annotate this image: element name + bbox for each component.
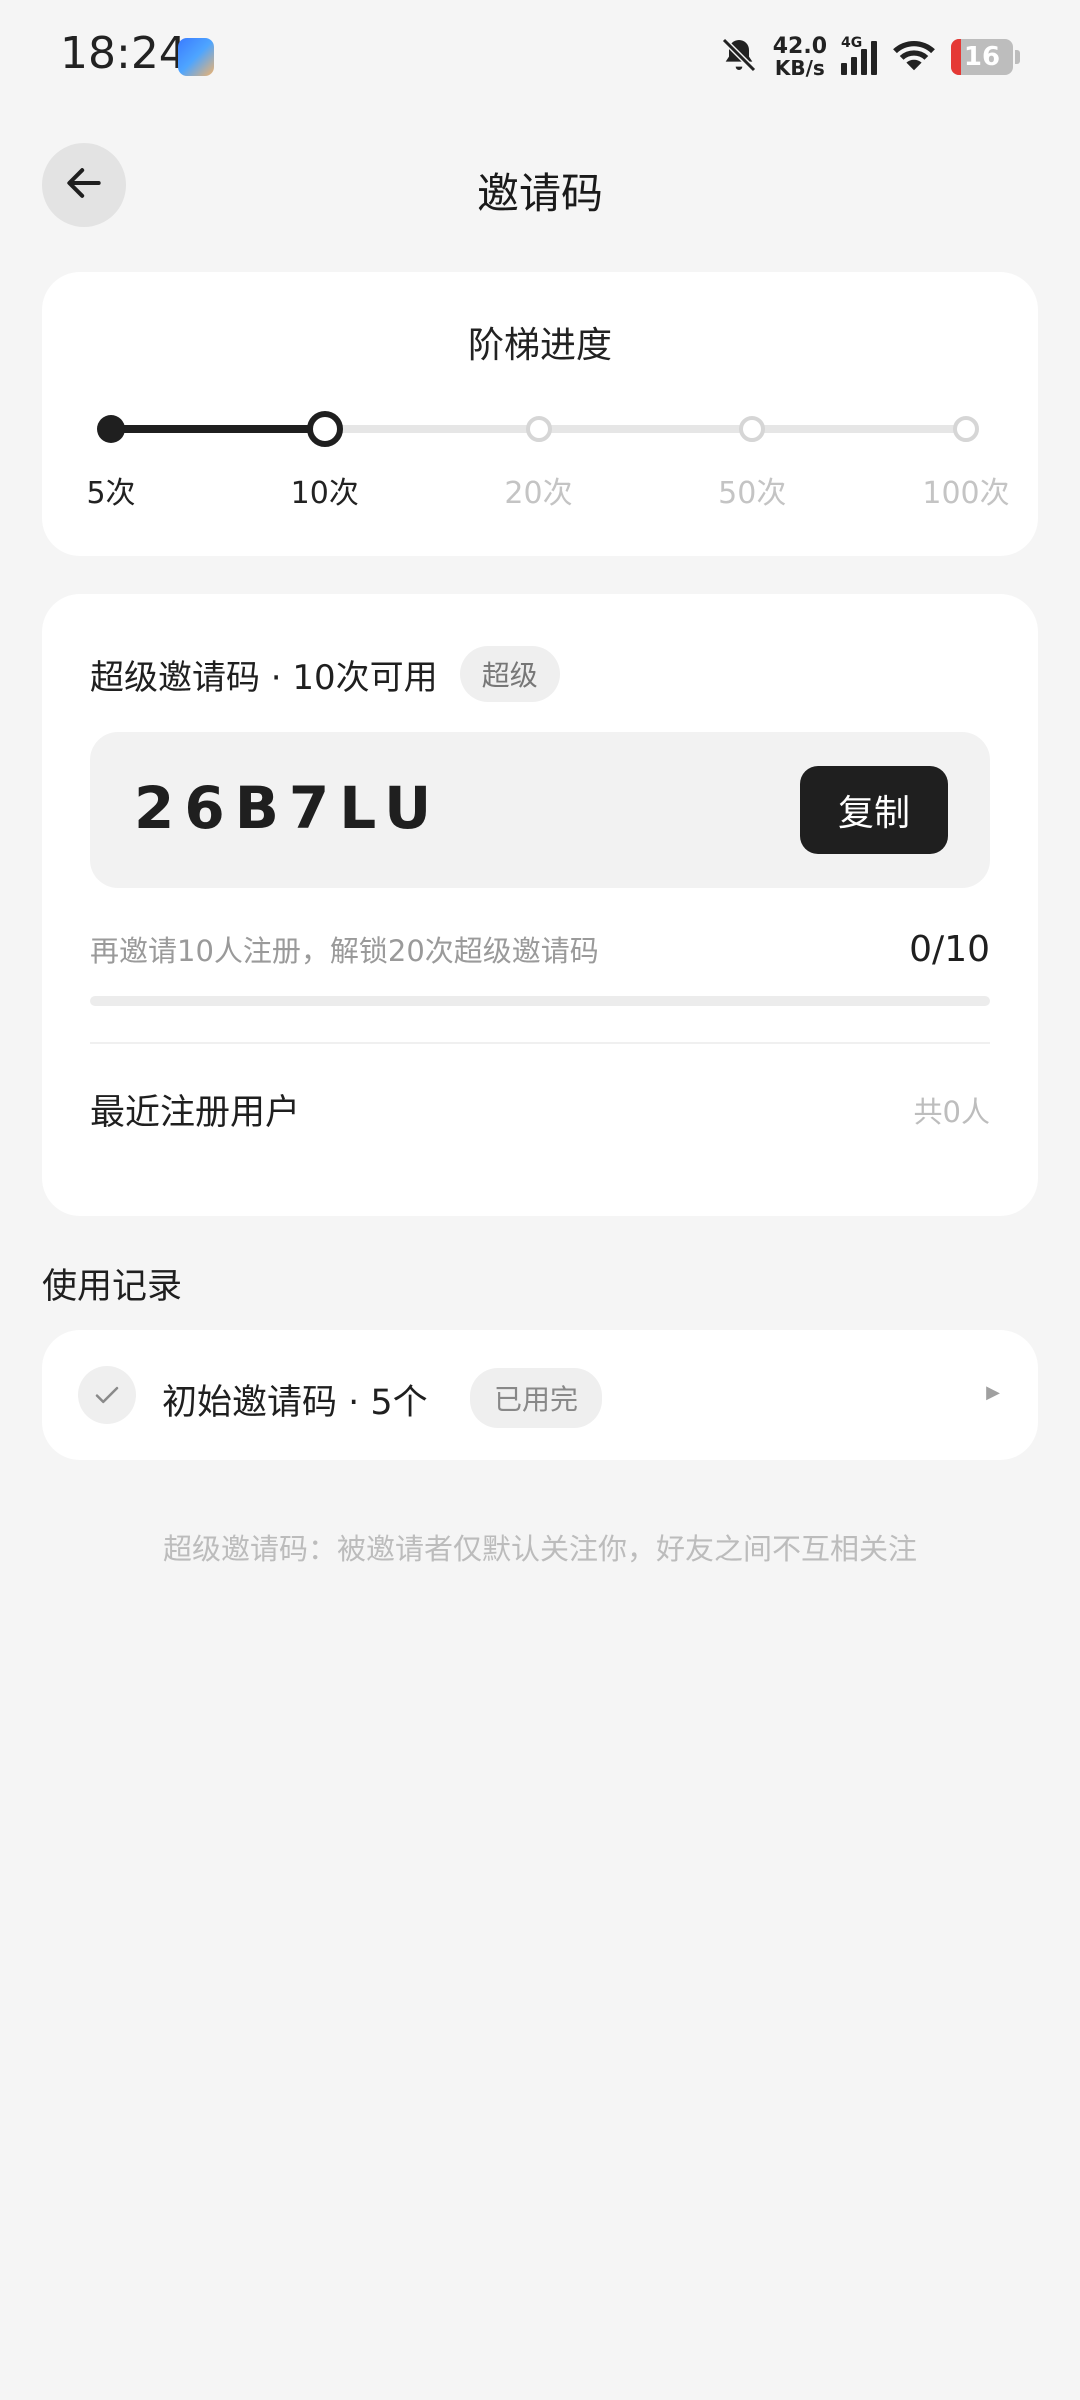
ladder-step-label: 100次 bbox=[922, 476, 1010, 511]
record-item[interactable]: 初始邀请码 · 5个 已用完 ▶ bbox=[42, 1330, 1038, 1460]
wifi-icon bbox=[891, 36, 937, 78]
invite-count: 0/10 bbox=[909, 928, 990, 970]
network-speed-value: 42.0 bbox=[772, 34, 827, 59]
recent-users-row[interactable]: 最近注册用户 共0人 bbox=[90, 1084, 990, 1135]
divider bbox=[90, 1042, 990, 1044]
chevron-right-icon: ▶ bbox=[986, 1382, 1000, 1403]
ladder-step-label: 10次 bbox=[290, 476, 359, 511]
code-heading-text: 超级邀请码 · 10次可用 bbox=[90, 657, 438, 698]
network-speed: 42.0 KB/s bbox=[772, 34, 827, 80]
ladder-step-node bbox=[306, 411, 343, 447]
bell-muted-icon bbox=[719, 35, 759, 79]
network-speed-unit: KB/s bbox=[774, 56, 825, 80]
unlock-hint-row: 再邀请10人注册，解锁20次超级邀请码 0/10 bbox=[90, 928, 990, 970]
unlock-hint: 再邀请10人注册，解锁20次超级邀请码 bbox=[90, 934, 599, 968]
record-status-badge: 已用完 bbox=[470, 1368, 603, 1428]
ladder-title: 阶梯进度 bbox=[467, 325, 612, 366]
usage-records-title: 使用记录 bbox=[42, 1267, 183, 1307]
page-title: 邀请码 bbox=[476, 169, 603, 218]
ladder-step-node bbox=[97, 415, 125, 443]
ladder-step-label: 50次 bbox=[718, 476, 787, 511]
recent-users-count: 共0人 bbox=[913, 1094, 990, 1129]
copy-button[interactable]: 复制 bbox=[800, 766, 948, 854]
status-time: 18:24 bbox=[60, 28, 187, 79]
invite-code-card: 超级邀请码 · 10次可用 超级 26B7LU 复制 再邀请10人注册，解锁20… bbox=[42, 594, 1038, 1216]
ladder-step-label: 5次 bbox=[86, 476, 136, 511]
ladder-step-node bbox=[953, 416, 979, 442]
code-box: 26B7LU 复制 bbox=[90, 732, 990, 888]
battery-icon: 16 bbox=[951, 39, 1013, 75]
status-bar: 18:24 42.0 KB/s 4G 16 bbox=[0, 0, 1080, 115]
invite-progress-bar bbox=[90, 996, 990, 1006]
battery-level: 16 bbox=[963, 42, 1001, 72]
ladder-step-label: 20次 bbox=[504, 476, 573, 511]
ladder-track-fill bbox=[111, 425, 325, 433]
invite-code: 26B7LU bbox=[134, 774, 442, 842]
cellular-signal-icon: 4G bbox=[841, 35, 877, 75]
network-type: 4G bbox=[841, 35, 863, 51]
battery-tip bbox=[1015, 50, 1020, 64]
recent-users-title: 最近注册用户 bbox=[90, 1093, 301, 1133]
ladder-step-node bbox=[739, 416, 766, 442]
super-badge: 超级 bbox=[459, 646, 560, 702]
footnote: 超级邀请码：被邀请者仅默认关注你，好友之间不互相关注 bbox=[162, 1532, 917, 1566]
record-text: 初始邀请码 · 5个 bbox=[162, 1383, 428, 1423]
code-heading: 超级邀请码 · 10次可用 超级 bbox=[90, 646, 560, 702]
app-notification-icon bbox=[178, 38, 214, 76]
ladder-step-node bbox=[525, 416, 552, 442]
status-icons: 42.0 KB/s 4G 16 bbox=[719, 32, 1020, 82]
check-icon bbox=[78, 1366, 136, 1424]
ladder-progress-card: 阶梯进度 5次 10次 20次 50次 100次 bbox=[42, 272, 1038, 556]
